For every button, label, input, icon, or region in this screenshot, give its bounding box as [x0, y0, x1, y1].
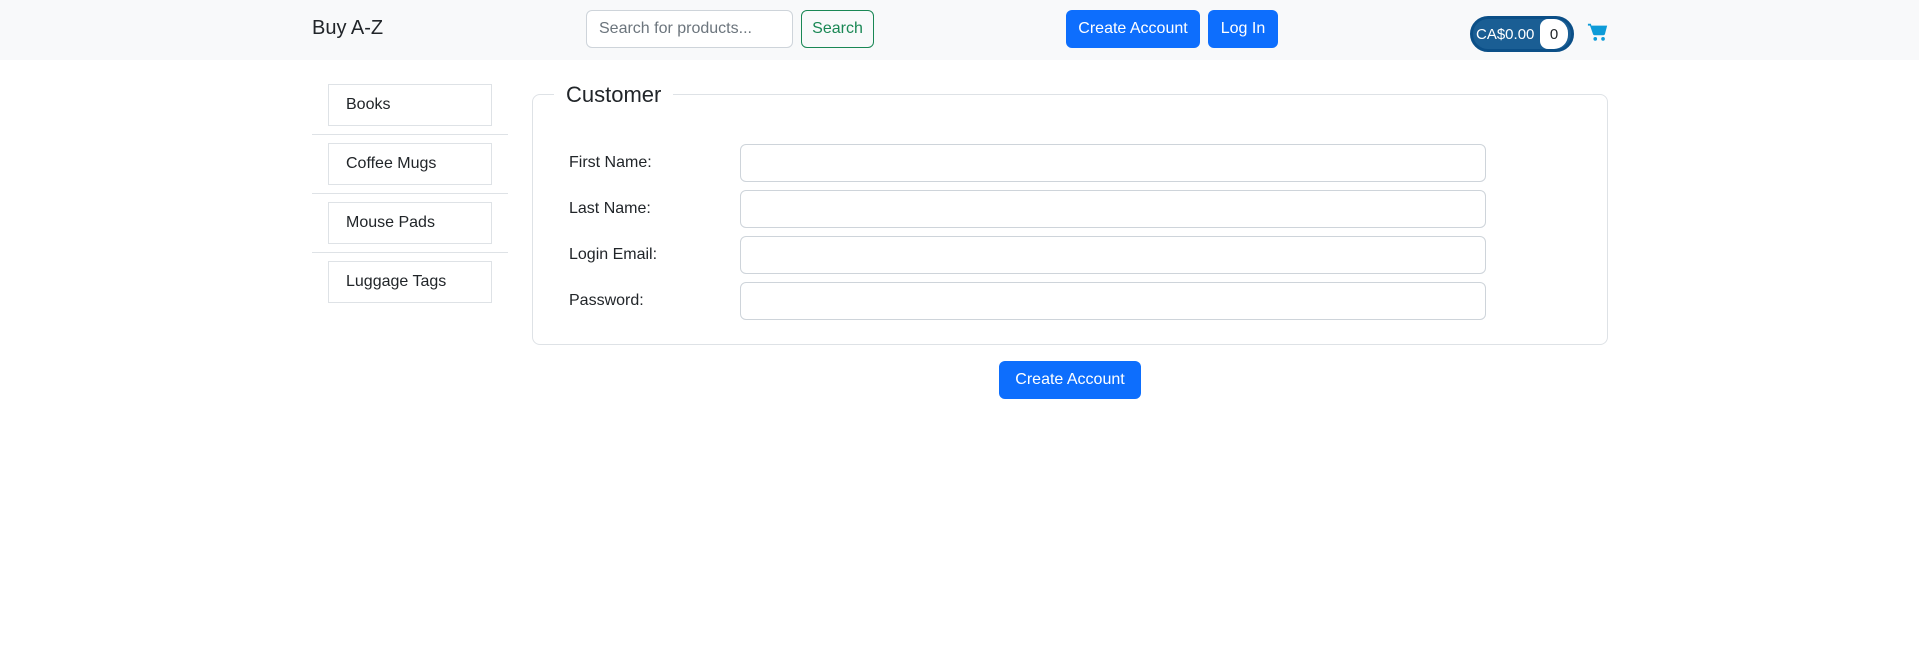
sidebar-divider: [312, 193, 508, 194]
search-button[interactable]: Search: [801, 10, 874, 48]
login-button[interactable]: Log In: [1208, 10, 1278, 48]
first-name-label: First Name:: [569, 154, 652, 171]
brand-link[interactable]: Buy A-Z: [312, 17, 383, 40]
sidebar-item-luggage-tags[interactable]: Luggage Tags: [328, 261, 492, 303]
customer-legend: Customer: [554, 82, 674, 108]
cart-count: 0: [1540, 19, 1568, 49]
last-name-field[interactable]: [740, 190, 1486, 228]
shopping-cart-icon[interactable]: [1587, 21, 1609, 43]
password-label: Password:: [569, 292, 644, 309]
first-name-field[interactable]: [740, 144, 1486, 182]
login-email-field[interactable]: [740, 236, 1486, 274]
create-account-nav-button[interactable]: Create Account: [1066, 10, 1200, 48]
sidebar-item-books[interactable]: Books: [328, 84, 492, 126]
sidebar-item-coffee-mugs[interactable]: Coffee Mugs: [328, 143, 492, 185]
cart-summary-badge[interactable]: CA$0.00 0: [1470, 16, 1574, 52]
cart-total: CA$0.00: [1476, 25, 1535, 43]
sidebar-item-mouse-pads[interactable]: Mouse Pads: [328, 202, 492, 244]
sidebar-divider: [312, 252, 508, 253]
create-account-submit-button[interactable]: Create Account: [999, 361, 1141, 399]
sidebar-divider: [312, 134, 508, 135]
login-email-label: Login Email:: [569, 246, 658, 263]
last-name-label: Last Name:: [569, 200, 651, 217]
password-field[interactable]: [740, 282, 1486, 320]
search-input[interactable]: [586, 10, 793, 48]
navbar: Buy A-Z Search Create Account Log In CA$…: [0, 0, 1919, 60]
